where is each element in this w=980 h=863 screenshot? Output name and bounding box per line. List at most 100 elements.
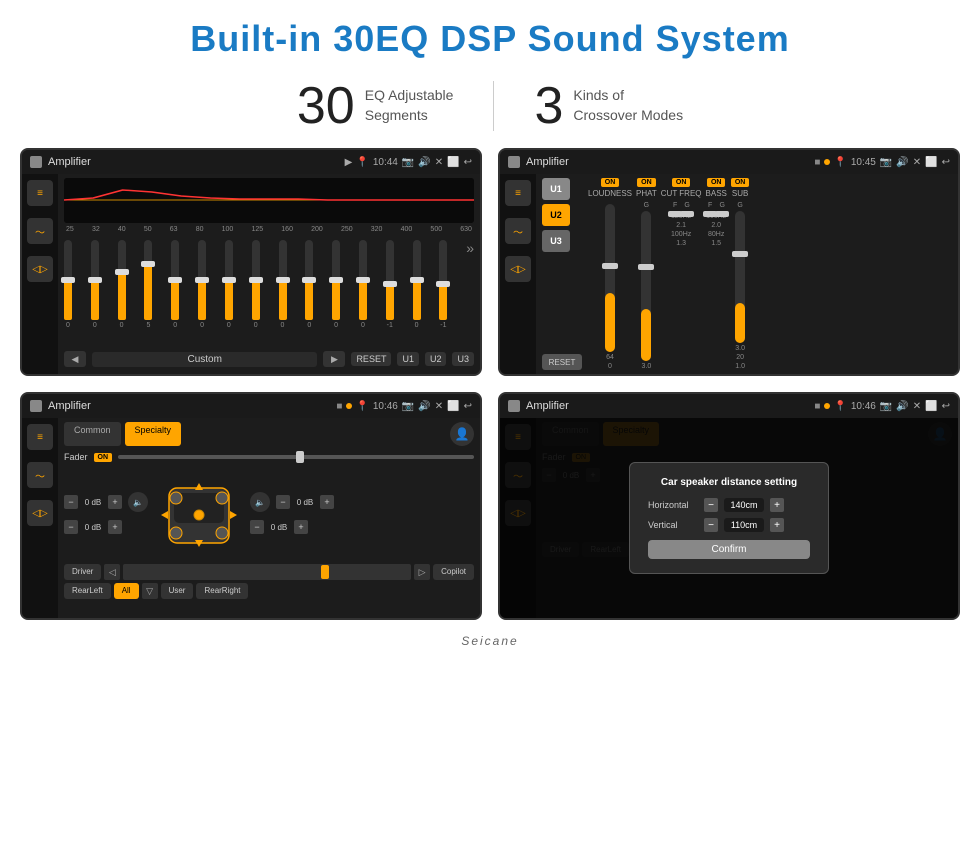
dialog-title: Car speaker distance setting [648,477,810,488]
reset-btn-2[interactable]: RESET [542,354,582,370]
reset-btn-1[interactable]: RESET [351,352,391,366]
u2-preset[interactable]: U2 [542,204,570,226]
u2-btn-1[interactable]: U2 [425,352,447,366]
screen-crossover: Amplifier ■ 📍 10:45 📷 🔊 ✕ ⬜ ↩ ≡ 〜 ◁ [498,148,960,376]
back-icon-3: ↩ [464,401,472,412]
side-btn-3c[interactable]: ◁▷ [27,500,53,526]
speaker-icon-lt: 🔈 [128,492,148,512]
fader-bar-3 [123,564,411,580]
u1-btn-1[interactable]: U1 [397,352,419,366]
play-icon-1: ▶ [345,157,353,168]
rec-dot-4: ■ [814,401,820,412]
minus-btn-rb[interactable]: − [250,520,264,534]
camera-icon-4: 📷 [880,401,892,412]
vertical-minus-btn[interactable]: − [704,518,718,532]
eq-slider-10: 0 [332,240,340,329]
home-icon-1 [30,156,42,168]
stat-eq-number: 30 [297,80,355,132]
tab-specialty-3[interactable]: Specialty [125,422,182,446]
eq-slider-7: 0 [252,240,260,329]
plus-btn-rt[interactable]: + [320,495,334,509]
rearright-btn-3[interactable]: RearRight [196,583,248,599]
bass-on[interactable]: ON [707,178,726,187]
home-icon-3 [30,400,42,412]
screen2-content: ≡ 〜 ◁▷ U1 U2 U3 RESET [500,174,958,374]
sub-slider[interactable] [735,211,745,343]
phat-slider[interactable] [641,211,651,361]
side-btn-3b[interactable]: 〜 [27,462,53,488]
statusbar-4: Amplifier ■ 📍 10:46 📷 🔊 ✕ ⬜ ↩ [500,394,958,418]
cutfreq-on[interactable]: ON [672,178,691,187]
dot-4 [824,403,830,409]
stat-eq-text: EQ AdjustableSegments [365,86,454,125]
crossover-channels: ON LOUDNESS 64 0 ON PHAT [588,178,952,370]
eq-slider-8: 0 [279,240,287,329]
user-btn-3[interactable]: User [161,583,194,599]
phat-on[interactable]: ON [637,178,656,187]
eq-prev-btn[interactable]: ◀ [64,351,86,367]
fader-on[interactable]: ON [94,453,113,462]
db-ctrl-right-top: 🔈 − 0 dB + [250,492,334,512]
crossover-presets: U1 U2 U3 RESET [542,178,582,370]
eq-next-btn[interactable]: ▶ [323,351,345,367]
tabs-row-3: Common Specialty 👤 [64,422,474,446]
driver-btn-3[interactable]: Driver [64,564,101,580]
rearleft-btn-3[interactable]: RearLeft [64,583,111,599]
phat-label: PHAT [636,189,657,198]
fader-slider[interactable] [118,455,474,459]
eq-side-btn-1[interactable]: ≡ [27,180,53,206]
eq-slider-0: 0 [64,240,72,329]
stats-row: 30 EQ AdjustableSegments 3 Kinds ofCross… [0,70,980,148]
horizontal-minus-btn[interactable]: − [704,498,718,512]
db-val-rb: 0 dB [267,523,291,532]
confirm-button[interactable]: Confirm [648,540,810,559]
side-btn-2a[interactable]: ≡ [505,180,531,206]
tab-common-3[interactable]: Common [64,422,121,446]
minus-btn-rt[interactable]: − [276,495,290,509]
eq-area: 25 32 40 50 63 80 100 125 160 200 250 32… [58,174,480,374]
eq-side-btn-2[interactable]: 〜 [27,218,53,244]
sub-on[interactable]: ON [731,178,750,187]
screen-dialog: Amplifier ■ 📍 10:46 📷 🔊 ✕ ⬜ ↩ ≡ 〜 ◁ [498,392,960,620]
time-2: 10:45 [851,157,876,168]
window-icon-2: ⬜ [925,157,937,168]
loudness-slider[interactable] [605,204,615,352]
minus-btn-lt[interactable]: − [64,495,78,509]
down-arrow-3[interactable]: ▽ [142,583,158,599]
minus-btn-lb[interactable]: − [64,520,78,534]
horizontal-plus-btn[interactable]: + [770,498,784,512]
side-btn-2c[interactable]: ◁▷ [505,256,531,282]
plus-btn-lb[interactable]: + [108,520,122,534]
all-btn-3[interactable]: All [114,583,139,599]
u1-preset[interactable]: U1 [542,178,570,200]
side-controls-2: ≡ 〜 ◁▷ [500,174,536,374]
plus-btn-lt[interactable]: + [108,495,122,509]
vertical-plus-btn[interactable]: + [770,518,784,532]
person-icon-3: 👤 [450,422,474,446]
sub-col: ON SUB G 3.0 20 1.0 [731,178,750,370]
side-controls-3: ≡ 〜 ◁▷ [22,418,58,618]
status-icons-2: ■ 📍 10:45 📷 🔊 ✕ ⬜ ↩ [814,157,950,168]
copilot-btn-3[interactable]: Copilot [433,564,474,580]
u3-preset[interactable]: U3 [542,230,570,252]
loudness-col: ON LOUDNESS 64 0 [588,178,632,370]
u3-btn-1[interactable]: U3 [452,352,474,366]
eq-sliders: 0 0 [64,236,474,345]
car-diagram [154,468,244,558]
db-ctrl-left-bot: − 0 dB + [64,520,148,534]
eq-slider-12: -1 [386,240,394,329]
eq-side-btn-3[interactable]: ◁▷ [27,256,53,282]
location-icon-2: 📍 [834,157,846,168]
cutfreq-label: CUT FREQ [661,189,702,198]
vol-icon-3: 🔊 [418,401,430,412]
eq-bottom: ◀ Custom ▶ RESET U1 U2 U3 [64,348,474,370]
right-arrow-3[interactable]: ▷ [414,564,430,580]
left-arrow-3[interactable]: ◁ [104,564,120,580]
back-icon-4: ↩ [942,401,950,412]
side-btn-2b[interactable]: 〜 [505,218,531,244]
window-icon-3: ⬜ [447,401,459,412]
plus-btn-rb[interactable]: + [294,520,308,534]
speaker-layout: − 0 dB + 🔈 − 0 dB + [64,468,474,558]
side-btn-3a[interactable]: ≡ [27,424,53,450]
loudness-on[interactable]: ON [601,178,620,187]
